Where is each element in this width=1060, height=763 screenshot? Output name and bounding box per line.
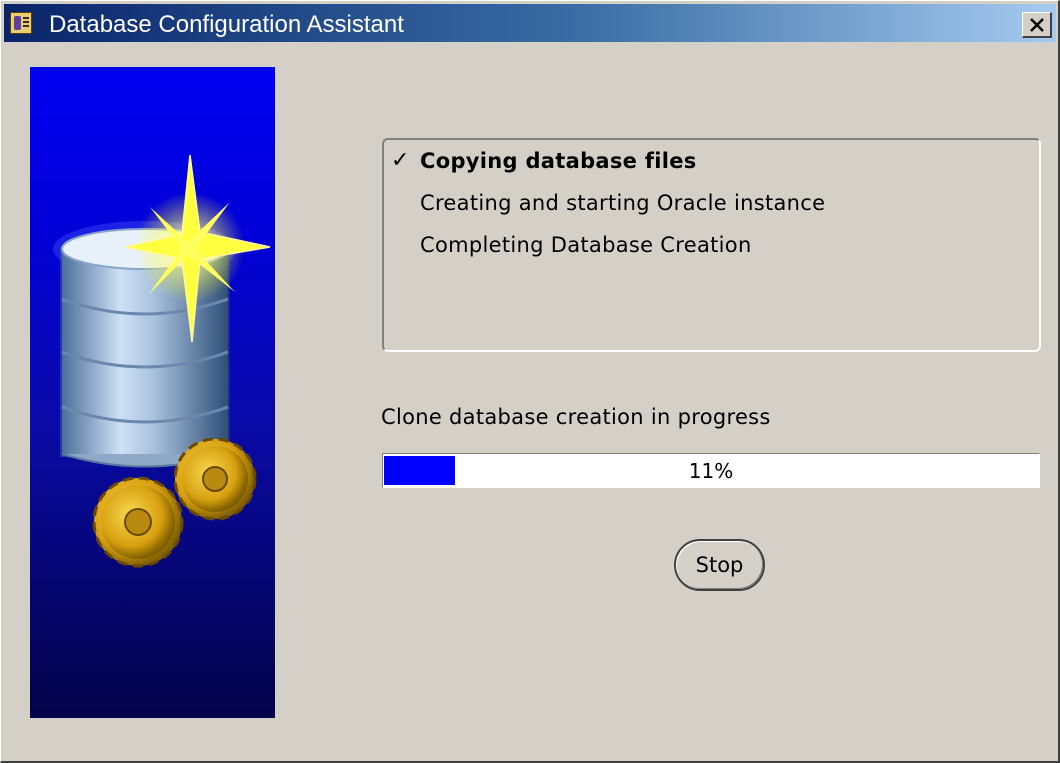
- app-icon[interactable]: [10, 12, 32, 34]
- stop-button[interactable]: Stop: [674, 539, 765, 591]
- step-label: Creating and starting Oracle instance: [420, 191, 826, 215]
- window-title: Database Configuration Assistant: [49, 11, 404, 38]
- step-label-current: Copying database files: [420, 149, 697, 173]
- step-label: Completing Database Creation: [420, 233, 752, 257]
- close-icon: [1029, 17, 1044, 32]
- progress-label: Clone database creation in progress: [381, 405, 771, 429]
- progress-bar: 11%: [382, 453, 1040, 488]
- dbca-window: Database Configuration Assistant ✓ Copyi…: [0, 0, 1060, 763]
- progress-percent: 11%: [688, 459, 734, 483]
- close-button[interactable]: [1022, 12, 1052, 38]
- title-bar[interactable]: Database Configuration Assistant: [4, 4, 1056, 42]
- wizard-illustration: [30, 67, 275, 718]
- step-list: ✓ Copying database files Creating and st…: [382, 138, 1041, 352]
- check-icon: ✓: [391, 148, 410, 173]
